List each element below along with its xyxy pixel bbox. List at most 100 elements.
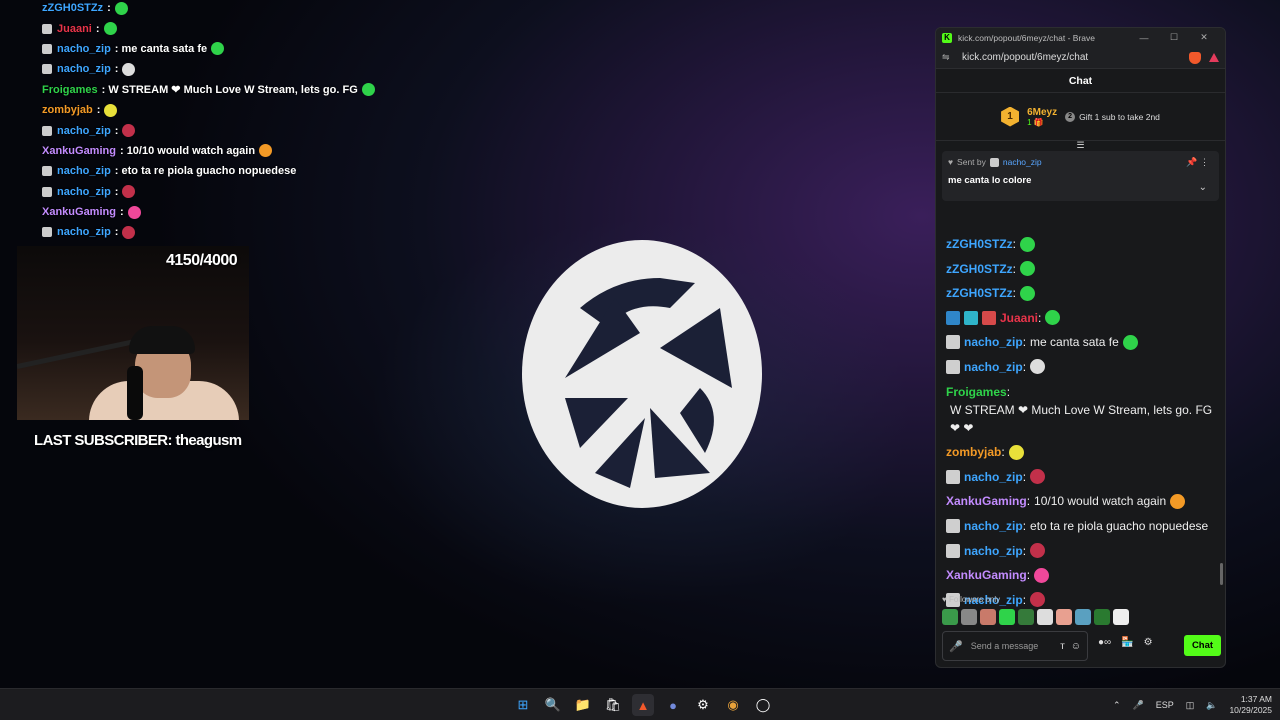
pinned-message[interactable]: ♥ Sent by nacho_zip 📌 ⋮ me canta lo colo… xyxy=(942,151,1219,201)
chevron-up-icon[interactable]: ⌃ xyxy=(1113,700,1121,711)
language-indicator[interactable]: ESP xyxy=(1156,700,1174,710)
chat-input-placeholder[interactable]: Send a message xyxy=(971,641,1054,651)
user-badge-icon[interactable] xyxy=(946,335,960,350)
user-badge-icon[interactable] xyxy=(946,518,960,533)
emote-icon[interactable] xyxy=(961,609,977,625)
combo-icon[interactable]: ●∞ xyxy=(1098,637,1111,648)
text-format-icon[interactable]: ᴛ xyxy=(1060,641,1065,652)
emote-icon xyxy=(103,22,117,36)
file-explorer-icon[interactable]: 📁 xyxy=(572,694,594,716)
microphone-tray-icon[interactable]: 🎤 xyxy=(1132,700,1143,711)
emote-icon[interactable] xyxy=(1037,609,1053,625)
pinned-sender[interactable]: nacho_zip xyxy=(1003,157,1042,167)
site-settings-icon[interactable]: ⇋ xyxy=(942,52,954,63)
steam-icon[interactable]: ⚙ xyxy=(692,694,714,716)
chat-username[interactable]: zZGH0STZz xyxy=(946,284,1013,302)
chat-username[interactable]: XankuGaming xyxy=(946,492,1027,510)
system-tray: ⌃ 🎤 ESP ◫ 🔈 1:37 AM 10/29/2025 xyxy=(1113,689,1272,720)
overlay-username: zombyjab xyxy=(42,104,93,117)
settings-icon[interactable]: ⚙ xyxy=(1144,637,1153,648)
chat-input[interactable]: 🎤 Send a message ᴛ ☺ xyxy=(942,631,1088,661)
chat-username[interactable]: XankuGaming xyxy=(946,566,1027,584)
brave-shield-icon[interactable] xyxy=(1189,51,1201,64)
rank-badge: 1 xyxy=(1001,106,1020,127)
emote-icon[interactable] xyxy=(1075,609,1091,625)
chat-scrollbar[interactable] xyxy=(1220,563,1223,585)
close-button[interactable]: ✕ xyxy=(1189,32,1219,43)
emote-icon[interactable] xyxy=(980,609,996,625)
separator: : xyxy=(1012,286,1017,301)
chat-username[interactable]: zZGH0STZz xyxy=(946,260,1013,278)
overlay-message-text: : xyxy=(96,104,101,117)
chat-username[interactable]: nacho_zip xyxy=(964,333,1023,351)
user-badge-icon xyxy=(989,157,999,167)
volume-icon[interactable]: 🔈 xyxy=(1206,700,1217,711)
address-bar[interactable]: ⇋ kick.com/popout/6meyz/chat xyxy=(936,47,1225,69)
user-badge-icon[interactable] xyxy=(946,310,960,325)
next-rank-icon: 2 xyxy=(1065,111,1076,122)
chat-username[interactable]: nacho_zip xyxy=(964,468,1023,486)
emote-icon xyxy=(1020,261,1036,277)
start-icon[interactable]: ⊞ xyxy=(512,694,534,716)
overlay-message-text: : xyxy=(114,185,119,198)
user-badge-icon[interactable] xyxy=(946,359,960,374)
network-icon[interactable]: ◫ xyxy=(1186,700,1195,711)
pin-icon[interactable]: 📌 ⋮ xyxy=(1186,157,1209,168)
emote-icon[interactable] xyxy=(1018,609,1034,625)
emote-icon xyxy=(259,144,273,158)
emote-icon xyxy=(361,83,375,97)
chrome-icon[interactable]: ◉ xyxy=(722,694,744,716)
chat-username[interactable]: zombyjab xyxy=(946,443,1001,461)
overlay-message-text: : 10/10 would watch again xyxy=(119,144,256,157)
emote-icon[interactable] xyxy=(1113,609,1129,625)
separator: : xyxy=(1026,494,1031,509)
url-text[interactable]: kick.com/popout/6meyz/chat xyxy=(962,52,1189,63)
brave-browser-icon[interactable]: ▲ xyxy=(632,694,654,716)
emoji-icon[interactable]: ☺ xyxy=(1071,641,1081,652)
emote-icon xyxy=(1030,469,1046,485)
user-badge-icon[interactable] xyxy=(964,310,978,325)
overlay-username: Juaani xyxy=(57,22,92,35)
chat-username[interactable]: Froigames xyxy=(946,383,1007,401)
user-badge-icon[interactable] xyxy=(946,543,960,558)
overlay-chat-line: nacho_zip: xyxy=(42,59,462,79)
chat-username[interactable]: zZGH0STZz xyxy=(946,235,1013,253)
chat-message: zZGH0STZz: xyxy=(946,284,1214,302)
overlay-chat-line: XankuGaming: xyxy=(42,202,462,222)
window-title: kick.com/popout/6meyz/chat - Brave xyxy=(958,32,1096,43)
recent-emotes xyxy=(942,609,1129,625)
emote-icon[interactable] xyxy=(1094,609,1110,625)
user-badge-icon[interactable] xyxy=(946,469,960,484)
send-chat-button[interactable]: Chat xyxy=(1184,635,1221,656)
maximize-button[interactable]: ☐ xyxy=(1159,32,1189,43)
store-app-icon[interactable]: 🛍 xyxy=(602,694,624,716)
search-icon[interactable]: 🔍 xyxy=(542,694,564,716)
chat-username[interactable]: nacho_zip xyxy=(964,517,1023,535)
chevron-down-icon[interactable]: ⌄ xyxy=(1199,182,1207,193)
expand-icon[interactable]: ☰ xyxy=(936,141,1225,151)
obs-icon[interactable]: ◯ xyxy=(752,694,774,716)
emote-icon[interactable] xyxy=(1056,609,1072,625)
chat-message: zombyjab: xyxy=(946,443,1214,461)
clock[interactable]: 1:37 AM 10/29/2025 xyxy=(1229,694,1272,716)
chat-header: Chat xyxy=(936,69,1225,93)
overlay-username: nacho_zip xyxy=(57,185,111,198)
emote-icon[interactable] xyxy=(942,609,958,625)
separator: : xyxy=(1012,261,1017,276)
chat-message-text: eto ta re piola guacho nopuedese xyxy=(1030,518,1209,533)
user-badge-icon[interactable] xyxy=(982,310,996,325)
microphone-icon[interactable]: 🎤 xyxy=(949,640,963,653)
chat-username[interactable]: Juaani xyxy=(1000,309,1038,327)
gift-prompt[interactable]: 2 Gift 1 sub to take 2nd xyxy=(1065,111,1160,122)
chat-message-text: me canta sata fe xyxy=(1030,335,1119,350)
emote-icon[interactable] xyxy=(999,609,1015,625)
store-icon[interactable]: 🏪 xyxy=(1121,637,1133,648)
brave-rewards-icon[interactable] xyxy=(1209,53,1219,62)
minimize-button[interactable]: — xyxy=(1129,33,1159,43)
discord-icon[interactable]: ● xyxy=(662,694,684,716)
overlay-username: nacho_zip xyxy=(57,165,111,178)
top-gifter-name[interactable]: 6Meyz xyxy=(1027,107,1057,118)
chat-username[interactable]: nacho_zip xyxy=(964,358,1023,376)
kick-logo-icon: K xyxy=(942,32,952,43)
chat-username[interactable]: nacho_zip xyxy=(964,542,1023,560)
